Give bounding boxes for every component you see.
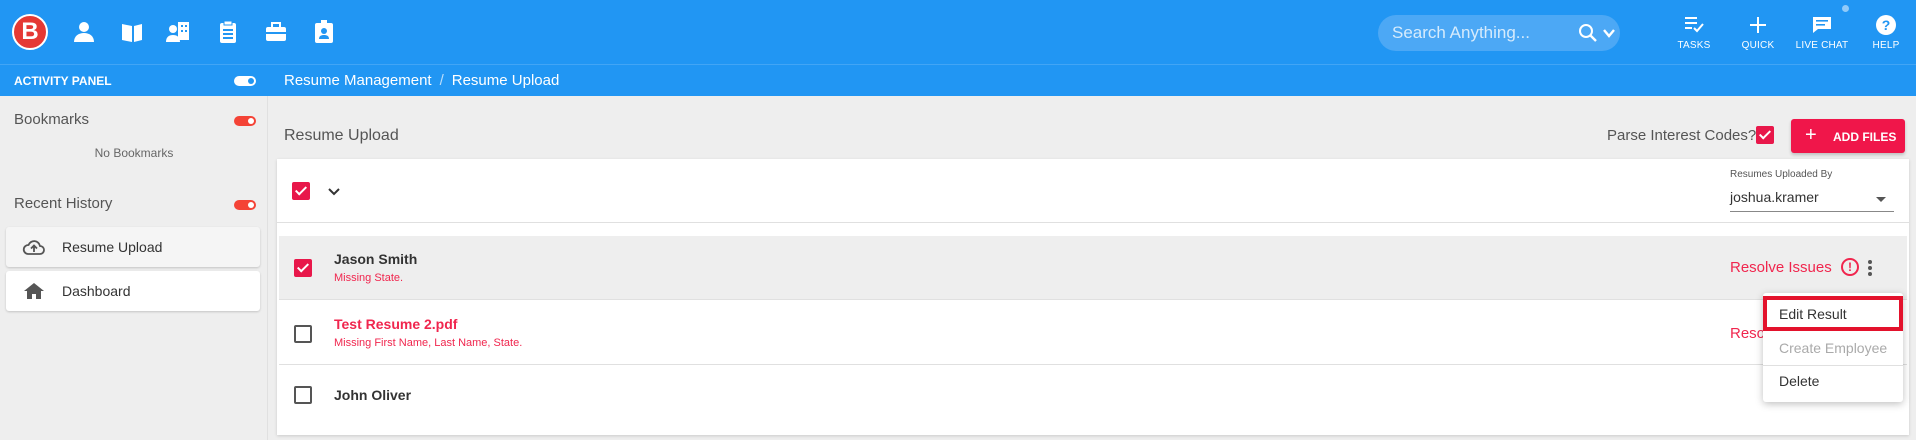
- table-row[interactable]: Test Resume 2.pdf Missing First Name, La…: [279, 301, 1907, 365]
- no-bookmarks-text: No Bookmarks: [94, 146, 174, 160]
- error-message: Missing First Name, Last Name, State.: [334, 337, 523, 349]
- menu-item-delete[interactable]: Delete: [1763, 365, 1903, 397]
- clipboard-icon[interactable]: [214, 18, 242, 46]
- uploaded-by-label: Resumes Uploaded By: [1730, 169, 1833, 180]
- resume-name: Test Resume 2.pdf: [334, 316, 458, 332]
- live-chat-button[interactable]: LIVE CHAT: [1792, 14, 1852, 56]
- chevron-down-icon[interactable]: [326, 184, 342, 200]
- tasks-button[interactable]: TASKS: [1664, 14, 1724, 56]
- book-icon[interactable]: [118, 18, 146, 46]
- quick-button[interactable]: QUICK: [1728, 14, 1788, 56]
- people-group-icon[interactable]: [164, 18, 192, 46]
- parse-interest-codes-label: Parse Interest Codes?: [1607, 127, 1757, 144]
- live-chat-label: LIVE CHAT: [1795, 40, 1849, 51]
- row-checkbox[interactable]: [294, 325, 312, 343]
- notification-dot: [1842, 5, 1849, 12]
- search-input[interactable]: [1392, 23, 1562, 43]
- divider: [277, 222, 1909, 223]
- search-bar: [1378, 15, 1620, 51]
- breadcrumb-separator: /: [439, 72, 444, 89]
- activity-panel: Bookmarks No Bookmarks Recent History Re…: [0, 96, 268, 440]
- plus-icon: +: [1805, 124, 1817, 146]
- help-button[interactable]: ? HELP: [1856, 14, 1916, 56]
- menu-item-label: Delete: [1779, 373, 1820, 389]
- tasks-label: TASKS: [1677, 40, 1711, 51]
- uploaded-by-select[interactable]: joshua.kramer: [1730, 189, 1819, 205]
- tasks-icon: [1685, 17, 1704, 33]
- activity-panel-toggle[interactable]: [234, 76, 256, 86]
- resume-name: Jason Smith: [334, 251, 418, 267]
- warning-icon: !: [1841, 258, 1859, 276]
- menu-item-label: Create Employee: [1779, 340, 1888, 356]
- select-all-checkbox[interactable]: [292, 182, 310, 200]
- recent-item-label: Dashboard: [62, 283, 131, 299]
- cloud-upload-icon: [22, 240, 45, 255]
- menu-item-label: Edit Result: [1779, 306, 1847, 322]
- badge-icon[interactable]: [310, 18, 338, 46]
- app-logo[interactable]: B: [12, 14, 48, 50]
- help-label: HELP: [1872, 40, 1900, 51]
- bookmarks-heading: Bookmarks: [14, 111, 90, 128]
- recent-item-label: Resume Upload: [62, 239, 163, 255]
- row-actions-menu: Edit Result Create Employee Delete: [1763, 293, 1903, 402]
- search-icon[interactable]: [1578, 23, 1598, 43]
- select-underline: [1730, 211, 1894, 212]
- home-icon: [24, 283, 44, 299]
- menu-item-create-employee: Create Employee: [1763, 332, 1903, 364]
- breadcrumb-parent[interactable]: Resume Management: [284, 72, 432, 89]
- menu-item-edit-result[interactable]: Edit Result: [1763, 296, 1903, 331]
- recent-item-dashboard[interactable]: Dashboard: [6, 271, 260, 311]
- row-checkbox[interactable]: [294, 386, 312, 404]
- help-icon: ?: [1876, 15, 1896, 35]
- recent-history-toggle[interactable]: [234, 200, 256, 210]
- resolve-issues-link[interactable]: Reso: [1730, 325, 1765, 342]
- breadcrumb-current: Resume Upload: [451, 72, 560, 89]
- svg-text:?: ?: [1882, 17, 1891, 33]
- top-navigation-bar: B TASKS QUICK LIVE CHAT ? H: [0, 0, 1916, 64]
- quick-label: QUICK: [1741, 40, 1775, 51]
- add-files-button[interactable]: + ADD FILES: [1791, 119, 1905, 153]
- person-icon[interactable]: [70, 18, 98, 46]
- parse-interest-codes-checkbox[interactable]: [1756, 126, 1774, 144]
- breadcrumb: Resume Management / Resume Upload: [284, 72, 559, 89]
- recent-item-resume-upload[interactable]: Resume Upload: [6, 227, 260, 267]
- page-title: Resume Upload: [284, 127, 399, 144]
- resume-name: John Oliver: [334, 387, 412, 403]
- resolve-issues-link[interactable]: Resolve Issues: [1730, 259, 1832, 276]
- briefcase-icon[interactable]: [262, 18, 290, 46]
- row-checkbox[interactable]: [294, 259, 312, 277]
- recent-history-heading: Recent History: [14, 195, 113, 212]
- sub-header-bar: ACTIVITY PANEL Resume Management / Resume …: [0, 64, 1916, 96]
- plus-icon: [1750, 17, 1766, 33]
- error-message: Missing State.: [334, 272, 404, 284]
- more-vert-icon[interactable]: [1867, 260, 1873, 278]
- chevron-down-icon[interactable]: [1600, 24, 1618, 42]
- table-row[interactable]: John Oliver: [279, 366, 1907, 430]
- table-row[interactable]: Jason Smith Missing State. Resolve Issue…: [279, 236, 1907, 300]
- activity-panel-title: ACTIVITY PANEL: [14, 74, 112, 88]
- chat-icon: [1813, 17, 1831, 33]
- add-files-label: ADD FILES: [1833, 130, 1897, 144]
- dropdown-arrow-icon[interactable]: [1876, 197, 1886, 202]
- bookmarks-toggle[interactable]: [234, 116, 256, 126]
